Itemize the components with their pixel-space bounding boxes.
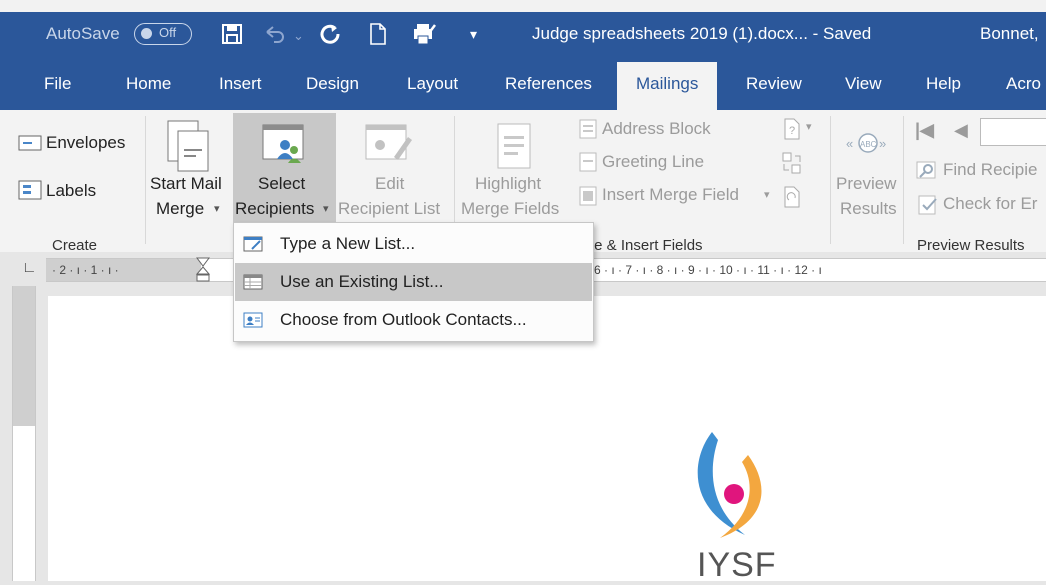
- highlight-merge-fields-line2[interactable]: Merge Fields: [461, 199, 559, 219]
- menu-item-use-existing-list[interactable]: Use an Existing List...: [235, 263, 592, 301]
- autosave-label: AutoSave: [46, 24, 120, 43]
- select-recipients-line2: Recipients: [235, 199, 315, 218]
- preview-results-line2[interactable]: Results: [840, 199, 897, 219]
- tab-home[interactable]: Home: [126, 74, 171, 94]
- save-icon[interactable]: [220, 22, 244, 46]
- select-recipients-line1: Select: [258, 174, 306, 193]
- previous-record-icon[interactable]: ◀: [954, 120, 968, 141]
- tab-file[interactable]: File: [44, 74, 71, 94]
- tab-selector-icon[interactable]: ∟: [22, 259, 37, 276]
- tab-design[interactable]: Design: [306, 74, 359, 94]
- indent-marker-icon[interactable]: [196, 257, 210, 283]
- edit-recipient-list-line2[interactable]: Recipient List: [338, 199, 440, 219]
- title-bar: AutoSave Off ⌄ ▾ Judge spreadsheets 2019…: [0, 12, 1046, 60]
- ruler-numbers-right: 6 · ı · 7 · ı · 8 · ı · 9 · ı · 10 · ı ·…: [594, 263, 822, 277]
- tab-mailings[interactable]: Mailings: [617, 62, 718, 110]
- highlight-merge-fields-line1[interactable]: Highlight: [475, 174, 541, 194]
- select-recipients-dropdown-icon: ▾: [323, 203, 329, 215]
- outlook-contacts-icon: [243, 312, 263, 328]
- svg-text:»: »: [879, 136, 886, 151]
- edit-recipient-list-line1[interactable]: Edit: [375, 174, 404, 194]
- record-number-input[interactable]: [980, 118, 1046, 146]
- edit-recipient-list-icon: [365, 124, 412, 160]
- envelope-icon: [18, 135, 42, 151]
- first-record-icon[interactable]: |◀: [915, 120, 934, 141]
- menu-item-outlook-contacts[interactable]: Choose from Outlook Contacts...: [235, 301, 592, 339]
- tab-insert[interactable]: Insert: [219, 74, 262, 94]
- menu-item-label: Use an Existing List...: [280, 272, 444, 291]
- menu-item-label: Type a New List...: [280, 234, 416, 253]
- select-recipients-icon: [262, 124, 304, 163]
- tab-review[interactable]: Review: [746, 74, 802, 94]
- menu-item-label: Choose from Outlook Contacts...: [280, 310, 527, 329]
- new-list-icon: [243, 236, 263, 252]
- spelling-check-icon[interactable]: [412, 22, 436, 46]
- update-labels-icon[interactable]: [782, 186, 802, 208]
- start-mail-merge-line2[interactable]: Merge: [156, 199, 204, 219]
- redo-icon[interactable]: [318, 22, 342, 46]
- undo-icon[interactable]: [262, 22, 286, 46]
- labels-icon: [18, 180, 42, 200]
- rules-icon[interactable]: ?: [782, 118, 802, 140]
- greeting-line-icon: [579, 152, 597, 172]
- new-document-icon[interactable]: [366, 22, 390, 46]
- labels-button[interactable]: Labels: [46, 181, 96, 201]
- check-for-errors-icon: [918, 195, 937, 215]
- preview-results-line1[interactable]: Preview: [836, 174, 896, 194]
- toggle-knob: [141, 28, 152, 39]
- rules-dropdown-icon[interactable]: ▾: [806, 120, 812, 133]
- find-recipient-button[interactable]: Find Recipie: [943, 160, 1038, 180]
- tab-references[interactable]: References: [505, 74, 592, 94]
- user-name[interactable]: Bonnet,: [980, 22, 1039, 46]
- ribbon-tabs: File Home Insert Design Layout Reference…: [0, 60, 1046, 110]
- preview-results-icon: « ABC »: [846, 133, 886, 153]
- vertical-ruler[interactable]: [12, 286, 36, 581]
- start-mail-merge-dropdown-icon[interactable]: ▾: [214, 202, 220, 215]
- tab-acrobat[interactable]: Acro: [1006, 74, 1041, 94]
- insert-merge-field-icon: [579, 186, 597, 206]
- highlight-merge-fields-icon: [497, 123, 531, 169]
- address-block-button[interactable]: Address Block: [602, 119, 711, 139]
- tab-help[interactable]: Help: [926, 74, 961, 94]
- vertical-ruler-margin: [13, 286, 35, 426]
- svg-text:«: «: [846, 136, 853, 151]
- logo-text: IYSF: [697, 546, 777, 584]
- menu-item-type-new-list[interactable]: Type a New List...: [235, 225, 592, 263]
- svg-text:ABC: ABC: [860, 140, 877, 149]
- ruler-numbers-left: · 2 · ı · 1 · ı ·: [52, 263, 119, 277]
- autosave-state: Off: [159, 25, 177, 40]
- start-mail-merge-line1[interactable]: Start Mail: [150, 174, 222, 194]
- tab-view[interactable]: View: [845, 74, 882, 94]
- insert-merge-field-button[interactable]: Insert Merge Field: [602, 185, 739, 205]
- tab-layout[interactable]: Layout: [407, 74, 458, 94]
- envelopes-button[interactable]: Envelopes: [46, 133, 125, 153]
- group-divider: [903, 116, 904, 244]
- existing-list-icon: [243, 274, 263, 290]
- top-strip: [0, 0, 1046, 12]
- address-block-icon: [579, 119, 597, 139]
- check-for-errors-button[interactable]: Check for Er: [943, 194, 1037, 214]
- undo-dropdown-icon[interactable]: ⌄: [293, 24, 304, 48]
- start-mail-merge-icon: [167, 120, 209, 172]
- select-recipients-button[interactable]: Select Recipients ▾: [233, 113, 336, 222]
- document-title: Judge spreadsheets 2019 (1).docx... - Sa…: [532, 24, 872, 43]
- autosave-toggle[interactable]: Off: [134, 23, 192, 45]
- group-divider: [830, 116, 831, 244]
- iysf-logo-icon: [697, 432, 762, 538]
- customize-toolbar-icon[interactable]: ▾: [470, 22, 477, 46]
- find-recipient-icon: [916, 161, 936, 179]
- svg-text:?: ?: [789, 125, 795, 137]
- insert-merge-field-dropdown-icon[interactable]: ▾: [764, 188, 770, 201]
- match-fields-icon[interactable]: [782, 152, 802, 174]
- group-divider: [145, 116, 146, 244]
- greeting-line-button[interactable]: Greeting Line: [602, 152, 704, 172]
- select-recipients-menu: Type a New List... Use an Existing List.…: [233, 222, 594, 342]
